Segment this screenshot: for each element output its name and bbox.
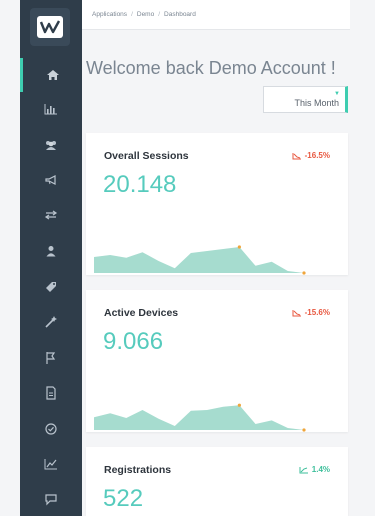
stat-card-value: 20.148 bbox=[103, 171, 177, 198]
flag-icon bbox=[46, 352, 56, 364]
stat-card-title: Active Devices bbox=[104, 307, 179, 319]
period-select[interactable]: ▼ This Month bbox=[263, 86, 348, 113]
sparkline-area bbox=[94, 247, 304, 273]
sidebar-item-transfers[interactable] bbox=[20, 198, 82, 232]
breadcrumb-demo[interactable]: Demo bbox=[137, 11, 154, 18]
sparkline-peak-point bbox=[237, 245, 241, 249]
trend-value: -15.6% bbox=[304, 308, 330, 317]
breadcrumb-applications[interactable]: Applications bbox=[92, 11, 127, 18]
sparkline-end-point bbox=[302, 428, 306, 432]
stat-card-title: Registrations bbox=[104, 464, 172, 476]
sparkline-end-point bbox=[302, 271, 306, 275]
breadcrumb-dashboard: Dashboard bbox=[164, 11, 196, 18]
document-icon bbox=[46, 386, 56, 400]
sidebar-item-tags[interactable] bbox=[20, 270, 82, 304]
breadcrumb: Applications / Demo / Dashboard bbox=[82, 0, 350, 30]
trend-down-icon bbox=[292, 152, 301, 159]
trend-badge: 1.4% bbox=[299, 465, 330, 474]
breadcrumb-separator: / bbox=[131, 11, 133, 18]
caret-down-icon: ▼ bbox=[334, 91, 340, 97]
sparkline-peak-point bbox=[237, 403, 241, 407]
users-icon bbox=[46, 141, 56, 150]
trend-badge: -16.5% bbox=[292, 151, 330, 160]
bar-chart-icon bbox=[44, 104, 57, 115]
sidebar-item-tasks[interactable] bbox=[20, 412, 82, 446]
trend-down-icon bbox=[292, 309, 301, 316]
stat-card-sessions: Overall Sessions -16.5% 20.148 bbox=[86, 133, 348, 275]
sidebar-item-profile[interactable] bbox=[20, 234, 82, 268]
stat-card-value: 9.066 bbox=[103, 328, 164, 355]
check-circle-icon bbox=[45, 423, 57, 435]
sidebar bbox=[20, 0, 82, 516]
stat-card-title: Overall Sessions bbox=[104, 150, 189, 162]
chat-icon bbox=[45, 494, 57, 506]
sidebar-item-analytics[interactable] bbox=[20, 447, 82, 481]
stat-card-registrations: Registrations 1.4% 522 bbox=[86, 447, 348, 516]
trend-badge: -15.6% bbox=[292, 308, 330, 317]
sidebar-item-users[interactable] bbox=[20, 128, 82, 162]
app-logo[interactable] bbox=[30, 8, 70, 46]
line-chart-icon bbox=[44, 459, 57, 470]
trend-value: 1.4% bbox=[311, 465, 330, 474]
sidebar-item-home[interactable] bbox=[20, 58, 82, 92]
period-select-value: This Month bbox=[294, 98, 339, 108]
sidebar-item-documents[interactable] bbox=[20, 376, 82, 410]
magic-wand-icon bbox=[45, 316, 57, 328]
logo-icon bbox=[37, 16, 63, 38]
breadcrumb-separator: / bbox=[158, 11, 161, 18]
sidebar-item-campaigns[interactable] bbox=[20, 163, 82, 197]
sidebar-item-flags[interactable] bbox=[20, 341, 82, 375]
app: Applications / Demo / Dashboard Welcome … bbox=[0, 0, 375, 516]
stat-card-value: 522 bbox=[103, 485, 144, 512]
sidebar-item-tools[interactable] bbox=[20, 305, 82, 339]
trend-up-icon bbox=[299, 466, 308, 473]
sparkline-chart bbox=[94, 245, 306, 275]
sparkline-area bbox=[94, 405, 304, 430]
home-icon bbox=[46, 70, 59, 80]
megaphone-icon bbox=[45, 175, 56, 185]
stat-card-devices: Active Devices -15.6% 9.066 bbox=[86, 290, 348, 432]
sidebar-item-reports[interactable] bbox=[20, 92, 82, 126]
exchange-icon bbox=[44, 210, 58, 220]
sparkline-chart bbox=[94, 403, 306, 432]
trend-value: -16.5% bbox=[304, 151, 330, 160]
tag-icon bbox=[46, 282, 56, 292]
sidebar-item-messages[interactable] bbox=[20, 482, 82, 516]
user-icon bbox=[46, 246, 56, 257]
page-title: Welcome back Demo Account ! bbox=[86, 58, 336, 78]
